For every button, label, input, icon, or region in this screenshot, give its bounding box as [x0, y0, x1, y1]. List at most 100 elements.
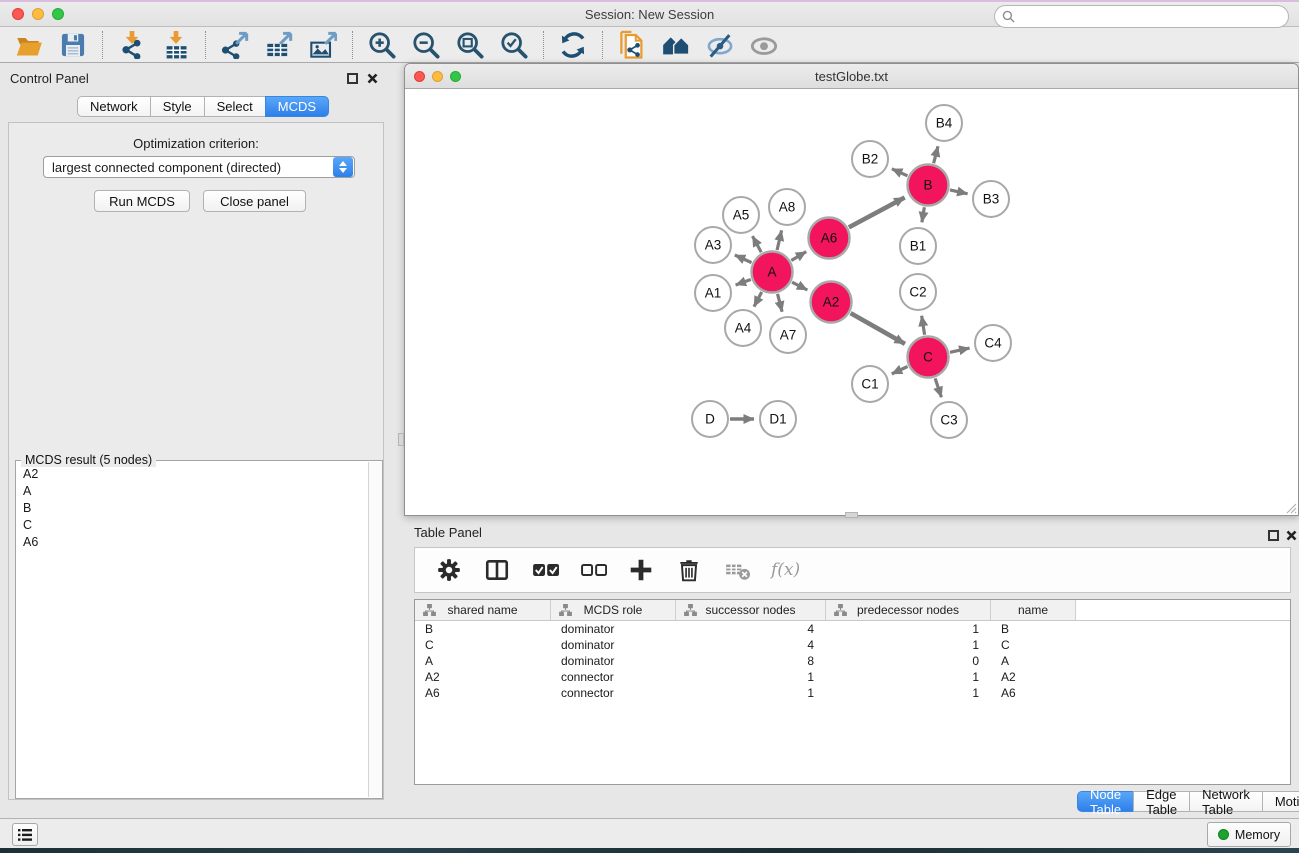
cell-name[interactable]: C	[991, 638, 1076, 652]
graph-node-C3[interactable]: C3	[931, 402, 967, 438]
cell-shared-name[interactable]: C	[415, 638, 551, 652]
import-network-icon[interactable]	[117, 30, 147, 60]
cell-MCDS-role[interactable]: connector	[551, 670, 676, 684]
graph-node-A5[interactable]: A5	[723, 197, 759, 233]
close-panel-button[interactable]: Close panel	[203, 190, 306, 212]
graph-node-A7[interactable]: A7	[770, 317, 806, 353]
cell-name[interactable]: A2	[991, 670, 1076, 684]
mcds-result-list[interactable]: A2ABCA6	[16, 465, 368, 797]
graph-node-B3[interactable]: B3	[973, 181, 1009, 217]
graph-node-B2[interactable]: B2	[852, 141, 888, 177]
float-panel-icon[interactable]	[347, 73, 358, 84]
table-row-C[interactable]: Cdominator41C	[415, 637, 1290, 653]
graph-node-A3[interactable]: A3	[695, 227, 731, 263]
graph-node-C4[interactable]: C4	[975, 325, 1011, 361]
graph-node-A[interactable]: A	[752, 252, 793, 293]
home-view-icon[interactable]	[661, 30, 691, 60]
show-graphics-details-icon[interactable]	[749, 30, 779, 60]
delete-columns-icon[interactable]	[675, 556, 703, 584]
table-float-panel-icon[interactable]	[1268, 530, 1279, 541]
column-header-shared-name[interactable]: shared name	[415, 600, 551, 620]
close-panel-icon[interactable]	[367, 73, 378, 84]
cell-MCDS-role[interactable]: dominator	[551, 638, 676, 652]
cell-successor-nodes[interactable]: 8	[676, 654, 826, 668]
tab-network[interactable]: Network	[77, 96, 151, 117]
graph-edge-A-A1[interactable]	[736, 280, 751, 285]
graph-edge-A-A5[interactable]	[752, 236, 761, 252]
style-bypass-icon[interactable]	[705, 30, 735, 60]
cell-name[interactable]: B	[991, 622, 1076, 636]
cell-successor-nodes[interactable]: 1	[676, 686, 826, 700]
save-session-icon[interactable]	[58, 30, 88, 60]
criterion-dropdown[interactable]: largest connected component (directed)	[43, 156, 355, 178]
splitter-handle-left[interactable]	[398, 433, 404, 446]
graph-node-C2[interactable]: C2	[900, 274, 936, 310]
graph-node-A2[interactable]: A2	[811, 282, 852, 323]
zoom-in-icon[interactable]	[367, 30, 397, 60]
resize-grip-icon[interactable]	[1283, 500, 1297, 514]
zoom-selected-icon[interactable]	[499, 30, 529, 60]
cell-successor-nodes[interactable]: 1	[676, 670, 826, 684]
cell-predecessor-nodes[interactable]: 0	[826, 654, 991, 668]
column-header-MCDS-role[interactable]: MCDS role	[551, 600, 676, 620]
graph-node-D[interactable]: D	[692, 401, 728, 437]
graph-edge-A-A3[interactable]	[735, 255, 752, 263]
zoom-fit-icon[interactable]	[455, 30, 485, 60]
cell-shared-name[interactable]: B	[415, 622, 551, 636]
graph-edge-A-A6[interactable]	[791, 252, 806, 261]
open-session-icon[interactable]	[617, 30, 647, 60]
function-builder-icon[interactable]: f(x)	[771, 560, 800, 580]
graph-edge-B-B4[interactable]	[934, 146, 938, 163]
zoom-out-icon[interactable]	[411, 30, 441, 60]
result-list-item[interactable]: A2	[16, 465, 368, 482]
export-network-icon[interactable]	[220, 30, 250, 60]
cell-shared-name[interactable]: A	[415, 654, 551, 668]
cell-successor-nodes[interactable]: 4	[676, 622, 826, 636]
result-list-item[interactable]: B	[16, 499, 368, 516]
table-row-A6[interactable]: A6connector11A6	[415, 685, 1290, 701]
export-image-icon[interactable]	[308, 30, 338, 60]
graph-edge-C-C1[interactable]	[892, 366, 908, 373]
cell-predecessor-nodes[interactable]: 1	[826, 638, 991, 652]
graph-edge-C-C4[interactable]	[950, 348, 970, 352]
tab-node-table[interactable]: Node Table	[1077, 791, 1134, 812]
result-scrollbar[interactable]	[368, 462, 382, 797]
column-header-predecessor-nodes[interactable]: predecessor nodes	[826, 600, 991, 620]
cell-name[interactable]: A	[991, 654, 1076, 668]
import-table-icon[interactable]	[161, 30, 191, 60]
graph-node-A6[interactable]: A6	[809, 218, 850, 259]
select-all-rows-icon[interactable]	[531, 556, 559, 584]
graph-edge-B-B1[interactable]	[922, 207, 924, 222]
graph-node-A8[interactable]: A8	[769, 189, 805, 225]
graph-node-A4[interactable]: A4	[725, 310, 761, 346]
add-column-icon[interactable]	[627, 556, 655, 584]
cell-predecessor-nodes[interactable]: 1	[826, 622, 991, 636]
search-box[interactable]	[994, 5, 1289, 28]
run-mcds-button[interactable]: Run MCDS	[94, 190, 190, 212]
cell-predecessor-nodes[interactable]: 1	[826, 670, 991, 684]
graph-edge-A6-B[interactable]	[849, 198, 905, 228]
tab-style[interactable]: Style	[150, 96, 205, 117]
cell-MCDS-role[interactable]: connector	[551, 686, 676, 700]
cell-predecessor-nodes[interactable]: 1	[826, 686, 991, 700]
attribute-settings-icon[interactable]	[435, 556, 463, 584]
graph-node-A1[interactable]: A1	[695, 275, 731, 311]
splitter-handle-bottom[interactable]	[845, 512, 858, 518]
table-close-panel-icon[interactable]	[1286, 530, 1297, 541]
cell-MCDS-role[interactable]: dominator	[551, 654, 676, 668]
graph-edge-A-A2[interactable]	[792, 282, 807, 290]
export-table-icon[interactable]	[264, 30, 294, 60]
tab-network-table[interactable]: Network Table	[1189, 791, 1263, 812]
network-graph-canvas[interactable]: AA1A2A3A4A5A6A7A8BB1B2B3B4CC1C2C3C4DD1	[405, 89, 1298, 515]
table-row-A2[interactable]: A2connector11A2	[415, 669, 1290, 685]
cell-name[interactable]: A6	[991, 686, 1076, 700]
cell-shared-name[interactable]: A2	[415, 670, 551, 684]
graph-edge-B-B3[interactable]	[950, 190, 968, 194]
graph-edge-A-A8[interactable]	[777, 230, 782, 250]
table-row-A[interactable]: Adominator80A	[415, 653, 1290, 669]
graph-edge-B-B2[interactable]	[892, 169, 908, 176]
graph-edge-C-C3[interactable]	[935, 378, 941, 397]
result-list-item[interactable]: C	[16, 516, 368, 533]
graph-edge-A-A7[interactable]	[778, 294, 783, 312]
cell-shared-name[interactable]: A6	[415, 686, 551, 700]
